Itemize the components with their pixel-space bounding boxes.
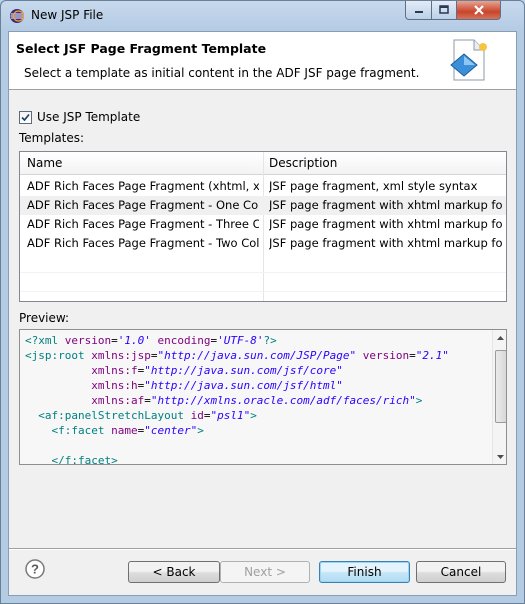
column-header-description[interactable]: Description [269, 156, 337, 170]
preview-pane[interactable]: <?xml version='1.0' encoding='UTF-8'?> <j… [19, 329, 507, 465]
code-token: id [190, 409, 204, 422]
empty-row-divider [20, 272, 506, 273]
code-token: "http://java.sun.com/jsf/html" [144, 379, 343, 392]
dialog-window: New JSP File Select JSF Page Fragment Te… [0, 0, 525, 604]
code-line: xmlns:h="http://java.sun.com/jsf/html" [25, 378, 449, 393]
column-header-name[interactable]: Name [27, 156, 62, 170]
template-name: ADF Rich Faces Page Fragment - Three Co.… [27, 217, 259, 231]
code-token: "2.1" [415, 349, 449, 362]
code-token: = [409, 349, 416, 362]
template-description: JSF page fragment with xhtml markup for.… [269, 217, 502, 231]
window-title: New JSP File [31, 8, 104, 22]
cancel-button[interactable]: Cancel [416, 561, 506, 583]
code-token: 'UTF-8' [217, 334, 264, 347]
checkmark-icon [21, 113, 30, 121]
code-token: encoding [157, 334, 211, 347]
code-token: "http://java.sun.com/jsf/core" [144, 364, 343, 377]
code-token: <?xml [25, 334, 65, 347]
code-line: <?xml version='1.0' encoding='UTF-8'?> [25, 333, 449, 348]
help-icon[interactable]: ? [25, 559, 45, 579]
template-name: ADF Rich Faces Page Fragment - Two Col..… [27, 236, 259, 250]
template-name: ADF Rich Faces Page Fragment (xhtml, xm.… [27, 179, 259, 193]
table-row-selected[interactable]: ADF Rich Faces Page Fragment - One Col..… [20, 196, 506, 215]
code-token: xmlns:jsp [91, 349, 151, 362]
maximize-icon [439, 5, 449, 14]
code-token: <af:panelStretchLayout [38, 409, 191, 422]
code-token: xmlns:af [91, 394, 145, 407]
code-token: xmlns:h [91, 379, 138, 392]
use-jsp-template-label: Use JSP Template [37, 110, 141, 124]
maximize-button[interactable] [431, 1, 457, 20]
code-token: > [415, 394, 423, 407]
templates-table: Name Description ADF Rich Faces Page Fra… [19, 151, 507, 302]
close-icon [473, 5, 484, 15]
scroll-up-icon [497, 335, 504, 340]
code-token: "center" [144, 424, 198, 437]
title-bar[interactable]: New JSP File [1, 1, 524, 31]
minimize-button[interactable] [405, 1, 432, 20]
back-button[interactable]: < Back [128, 561, 220, 583]
empty-row-divider [20, 291, 506, 292]
code-token: version [64, 334, 112, 347]
scroll-down-icon [497, 454, 504, 459]
scroll-up-button[interactable] [493, 330, 506, 345]
code-line: xmlns:af="http://xmlns.oracle.com/adf/fa… [25, 393, 449, 408]
next-button[interactable]: Next > [220, 561, 310, 583]
preview-vertical-scrollbar[interactable] [492, 330, 506, 464]
code-token: = [144, 394, 151, 407]
templates-label: Templates: [19, 131, 85, 145]
template-description: JSF page fragment with xhtml markup for.… [269, 198, 502, 212]
close-button[interactable] [456, 1, 501, 20]
footer-separator [9, 548, 516, 550]
eclipse-icon [10, 9, 25, 23]
preview-label: Preview: [19, 311, 70, 325]
code-token: > [197, 424, 204, 437]
code-line: </f:facet> [25, 453, 449, 465]
code-line: xmlns:f="http://java.sun.com/jsf/core" [25, 363, 449, 378]
code-token: <f:facet [51, 424, 112, 437]
code-token: version [362, 349, 410, 362]
code-token: </f:facet> [51, 454, 118, 465]
scroll-thumb[interactable] [495, 350, 506, 423]
code-token: > [250, 409, 257, 422]
code-token: = [111, 334, 118, 347]
code-token: "http://java.sun.com/JSP/Page" [157, 349, 357, 362]
use-jsp-template-checkbox[interactable] [19, 110, 32, 124]
minimize-icon [414, 11, 423, 13]
banner-description: Select a template as initial content in … [24, 66, 420, 80]
svg-text:?: ? [31, 562, 39, 577]
table-row[interactable]: ADF Rich Faces Page Fragment (xhtml, xm.… [20, 177, 506, 196]
use-jsp-template-option[interactable]: Use JSP Template [19, 110, 140, 124]
table-row[interactable]: ADF Rich Faces Page Fragment - Two Col..… [20, 234, 506, 253]
code-token: "psl1" [210, 409, 251, 422]
finish-button[interactable]: Finish [319, 561, 410, 583]
table-row[interactable]: ADF Rich Faces Page Fragment - Three Co.… [20, 215, 506, 234]
template-description: JSF page fragment with xhtml markup for.… [269, 236, 502, 250]
code-token: name [111, 424, 138, 437]
wizard-banner: Select JSF Page Fragment Template Select… [9, 32, 516, 90]
code-token: '1.0' [117, 334, 151, 347]
code-line: <jsp:root xmlns:jsp = "http://java.sun.com… [25, 348, 449, 363]
dialog-client-area: Select JSF Page Fragment Template Select… [8, 31, 517, 596]
banner-title: Select JSF Page Fragment Template [16, 41, 267, 56]
code-token: <jsp:root [25, 349, 92, 362]
template-name: ADF Rich Faces Page Fragment - One Col..… [27, 198, 259, 212]
template-description: JSF page fragment, xml style syntax [269, 179, 478, 193]
scroll-down-button[interactable] [493, 449, 506, 464]
code-line: <af:panelStretchLayout id="psl1"> [25, 408, 449, 423]
code-token: "http://xmlns.oracle.com/adf/faces/rich" [150, 394, 416, 407]
code-token: xmlns:f [91, 364, 138, 377]
preview-code: <?xml version='1.0' encoding='UTF-8'?> <j… [25, 333, 449, 465]
code-token: ?> [263, 334, 277, 347]
code-line: <f:facet name="center"> [25, 423, 449, 438]
jsp-file-wizard-icon [450, 39, 487, 81]
